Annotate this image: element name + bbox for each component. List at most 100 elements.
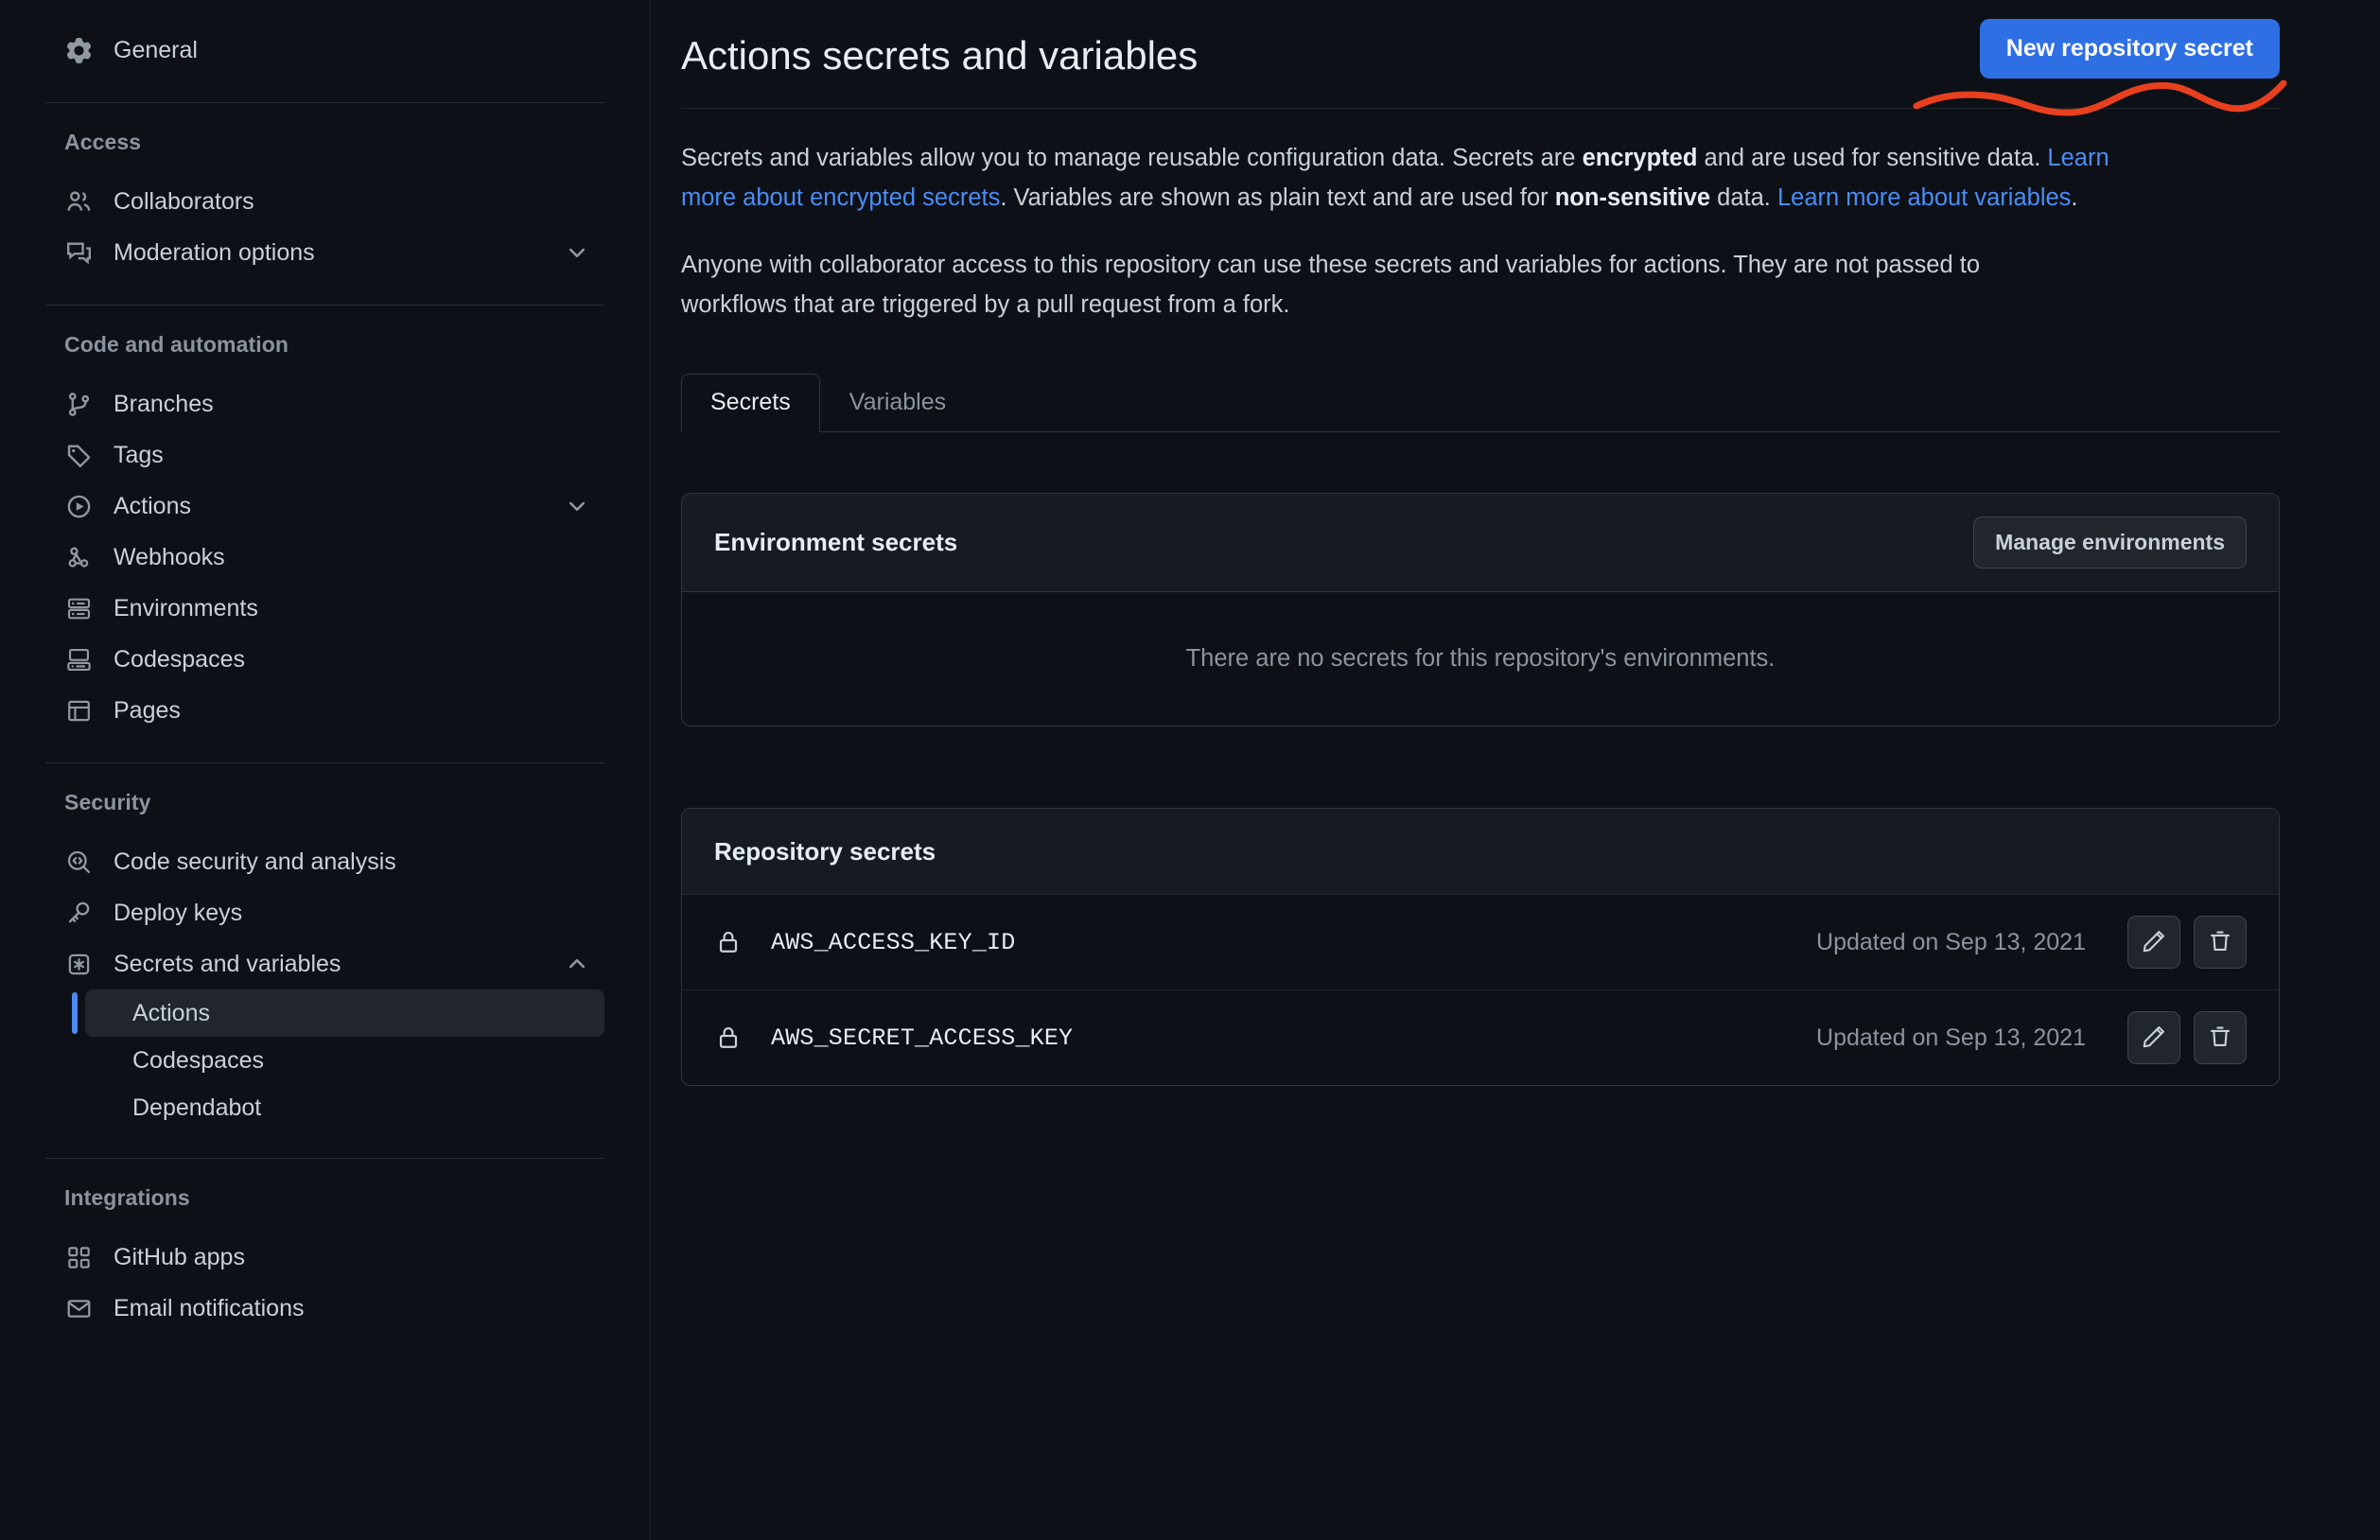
sidebar-item-secrets-dependabot[interactable]: Dependabot (85, 1084, 604, 1131)
table-row: AWS_SECRET_ACCESS_KEY Updated on Sep 13,… (682, 989, 2279, 1085)
codespaces-icon (64, 645, 93, 674)
delete-secret-button[interactable] (2194, 916, 2247, 970)
sidebar-item-code-security-and-analysis[interactable]: Code security and analysis (45, 836, 604, 887)
gear-icon (64, 36, 93, 64)
repository-secrets-title: Repository secrets (714, 836, 936, 866)
new-repository-secret-button[interactable]: New repository secret (1979, 19, 2280, 79)
tag-icon (64, 441, 93, 469)
git-branch-icon (64, 390, 93, 418)
description-paragraph-1: Secrets and variables allow you to manag… (681, 139, 2157, 218)
secret-updated-date: Updated on Sep 13, 2021 (1816, 928, 2086, 955)
key-icon (64, 899, 93, 927)
sidebar-subitem-label: Dependabot (132, 1094, 262, 1121)
secret-name: AWS_ACCESS_KEY_ID (771, 928, 1016, 956)
sidebar-section-access-title: Access (64, 130, 142, 154)
trash-icon (2208, 1024, 2232, 1052)
description-paragraph-2: Anyone with collaborator access to this … (681, 252, 1981, 318)
sidebar-item-actions[interactable]: Actions (45, 481, 604, 532)
sidebar-item-collaborators[interactable]: Collaborators (45, 176, 604, 227)
sidebar-item-label: Codespaces (114, 645, 245, 673)
desc-bold-encrypted: encrypted (1582, 145, 1698, 172)
sidebar-item-branches[interactable]: Branches (45, 378, 604, 429)
sidebar-subitem-label: Codespaces (132, 1046, 264, 1074)
sidebar-item-label: Secrets and variables (114, 950, 341, 977)
desc-text: . Variables are shown as plain text and … (1000, 184, 1555, 211)
sidebar-item-label: General (114, 36, 198, 63)
sidebar-item-pages[interactable]: Pages (45, 685, 604, 736)
comment-discussion-icon (64, 238, 93, 267)
pencil-icon (2142, 1024, 2166, 1052)
sidebar-item-moderation-options[interactable]: Moderation options (45, 227, 604, 278)
sidebar-item-label: Actions (114, 492, 191, 519)
sidebar-item-label: Code security and analysis (114, 848, 396, 875)
webhook-icon (64, 543, 93, 571)
secret-name: AWS_SECRET_ACCESS_KEY (771, 1024, 1074, 1052)
tab-variables[interactable]: Variables (820, 374, 975, 432)
browser-icon (64, 696, 93, 725)
settings-page: General Access Collaborators Moderation … (0, 0, 2380, 1540)
play-circle-icon (64, 492, 93, 520)
sidebar-item-label: GitHub apps (114, 1243, 245, 1270)
sidebar-item-label: Pages (114, 696, 181, 724)
secret-updated-date: Updated on Sep 13, 2021 (1816, 1024, 2086, 1051)
sidebar-divider (45, 762, 604, 763)
code-scan-icon (64, 848, 93, 876)
settings-sidebar: General Access Collaborators Moderation … (0, 0, 651, 1540)
asterisk-key-icon (64, 950, 93, 978)
secrets-variables-tablist: Secrets Variables (681, 370, 2280, 433)
sidebar-divider (45, 305, 604, 306)
delete-secret-button[interactable] (2194, 1011, 2247, 1065)
environment-secrets-card: Environment secrets Manage environments … (681, 493, 2280, 727)
sidebar-item-general[interactable]: General (45, 25, 604, 76)
desc-text: data. (1710, 184, 1777, 211)
chevron-down-icon[interactable] (565, 240, 589, 265)
desc-text: and are used for sensitive data. (1697, 145, 2048, 172)
desc-text: . (2071, 184, 2078, 211)
sidebar-item-label: Email notifications (114, 1294, 305, 1321)
sidebar-item-label: Deploy keys (114, 899, 243, 926)
learn-more-variables-link[interactable]: Learn more about variables (1777, 184, 2071, 211)
page-title: Actions secrets and variables (681, 33, 1199, 78)
sidebar-item-label: Environments (114, 594, 258, 621)
sidebar-item-secrets-codespaces[interactable]: Codespaces (85, 1037, 604, 1084)
chevron-down-icon[interactable] (565, 494, 589, 518)
sidebar-item-webhooks[interactable]: Webhooks (45, 532, 604, 583)
sidebar-item-tags[interactable]: Tags (45, 429, 604, 481)
environment-secrets-header: Environment secrets Manage environments (682, 494, 2279, 592)
annotation-squiggle (1913, 79, 2287, 116)
page-header: Actions secrets and variables New reposi… (681, 19, 2287, 116)
sidebar-item-label: Webhooks (114, 543, 225, 570)
lock-icon (714, 1024, 743, 1052)
sidebar-divider (45, 102, 604, 103)
environment-secrets-empty-message: There are no secrets for this repository… (682, 591, 2279, 726)
chevron-up-icon[interactable] (565, 952, 589, 976)
people-icon (64, 187, 93, 216)
pencil-icon (2142, 929, 2166, 956)
desc-bold-non-sensitive: non-sensitive (1554, 184, 1711, 211)
sidebar-item-label: Tags (114, 441, 164, 468)
trash-icon (2208, 929, 2232, 956)
sidebar-item-email-notifications[interactable]: Email notifications (45, 1283, 604, 1334)
sidebar-subitem-label: Actions (132, 999, 210, 1026)
sidebar-item-environments[interactable]: Environments (45, 583, 604, 634)
sidebar-item-github-apps[interactable]: GitHub apps (45, 1232, 604, 1283)
sidebar-divider (45, 1158, 604, 1159)
sidebar-item-codespaces[interactable]: Codespaces (45, 634, 604, 685)
sidebar-item-deploy-keys[interactable]: Deploy keys (45, 887, 604, 938)
mail-icon (64, 1294, 93, 1322)
sidebar-item-label: Moderation options (114, 238, 315, 266)
lock-icon (714, 928, 743, 956)
sidebar-section-integrations-title: Integrations (64, 1185, 190, 1210)
manage-environments-button[interactable]: Manage environments (1973, 516, 2247, 569)
sidebar-item-label: Branches (114, 390, 214, 417)
main-content: Actions secrets and variables New reposi… (651, 0, 2380, 1540)
sidebar-item-label: Collaborators (114, 187, 254, 215)
sidebar-section-code-automation-title: Code and automation (64, 332, 289, 357)
tab-secrets[interactable]: Secrets (681, 374, 820, 433)
sidebar-section-security-title: Security (64, 790, 151, 814)
sidebar-item-secrets-and-variables[interactable]: Secrets and variables (45, 938, 604, 989)
edit-secret-button[interactable] (2127, 1011, 2180, 1065)
edit-secret-button[interactable] (2127, 916, 2180, 970)
sidebar-item-secrets-actions[interactable]: Actions (72, 989, 604, 1037)
desc-text: Secrets and variables allow you to manag… (681, 145, 1583, 172)
